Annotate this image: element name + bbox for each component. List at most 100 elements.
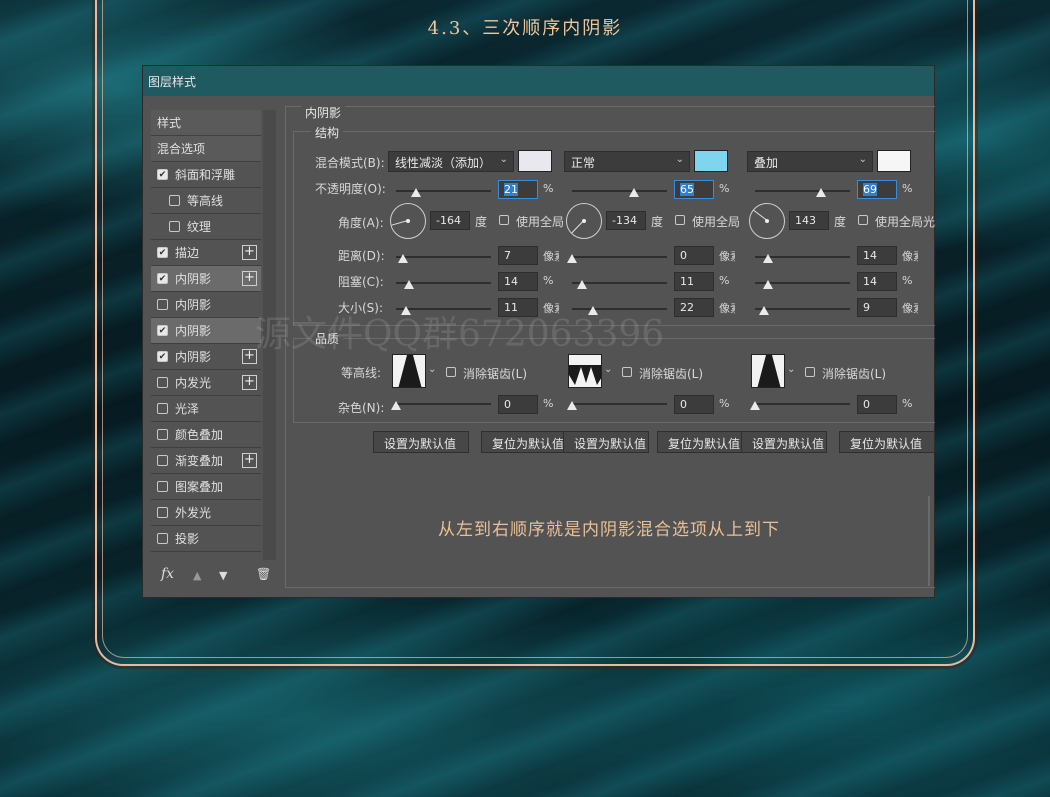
checkbox-icon[interactable] xyxy=(157,299,168,310)
choke-2-slider-thumb[interactable] xyxy=(577,280,588,289)
distance-2-input[interactable]: 0 xyxy=(674,246,714,265)
style-item-2[interactable]: ✔ 斜面和浮雕 xyxy=(151,162,261,188)
global-light-checkbox-1[interactable] xyxy=(499,215,509,225)
opacity-2-input[interactable]: 65 xyxy=(674,180,714,199)
checkbox-icon[interactable] xyxy=(157,377,168,388)
distance-3-slider-thumb[interactable] xyxy=(763,254,774,263)
chevron-down-icon[interactable]: ⌄ xyxy=(604,364,612,375)
style-item-7[interactable]: 内阴影 xyxy=(151,292,261,318)
style-item-15[interactable]: 外发光 xyxy=(151,500,261,526)
opacity-3-input[interactable]: 69 xyxy=(857,180,897,199)
checkbox-icon[interactable] xyxy=(157,403,168,414)
noise-slider-track-1[interactable] xyxy=(396,403,491,405)
checkbox-icon[interactable]: ✔ xyxy=(157,169,168,180)
checkbox-icon[interactable] xyxy=(169,195,180,206)
shadow-color-swatch-3[interactable] xyxy=(877,150,911,172)
reset-default-button-2[interactable]: 复位为默认值 xyxy=(657,431,743,453)
noise-slider-track-2[interactable] xyxy=(572,403,667,405)
noise-slider-thumb-3[interactable] xyxy=(750,401,760,410)
opacity-3-slider-track[interactable] xyxy=(755,190,850,192)
style-item-0[interactable]: 样式 xyxy=(151,110,261,136)
checkbox-icon[interactable]: ✔ xyxy=(157,273,168,284)
set-default-button-2[interactable]: 设置为默认值 xyxy=(563,431,649,453)
checkbox-icon[interactable] xyxy=(157,507,168,518)
distance-2-slider-track[interactable] xyxy=(572,256,667,258)
set-default-button[interactable]: 设置为默认值 xyxy=(373,431,469,453)
antialias-checkbox-2[interactable] xyxy=(622,367,632,377)
add-icon[interactable]: + xyxy=(242,271,257,286)
antialias-checkbox-3[interactable] xyxy=(805,367,815,377)
angle-dial-3[interactable] xyxy=(749,203,785,239)
choke-3-slider-thumb[interactable] xyxy=(763,280,774,289)
choke-1-input[interactable]: 14 xyxy=(498,272,538,291)
angle-input-1[interactable]: -164 xyxy=(430,211,470,230)
style-item-3[interactable]: 等高线 xyxy=(151,188,261,214)
choke-3-input[interactable]: 14 xyxy=(857,272,897,291)
checkbox-icon[interactable]: ✔ xyxy=(157,247,168,258)
trash-icon[interactable]: 🗑 xyxy=(256,567,271,581)
antialias-checkbox-1[interactable] xyxy=(446,367,456,377)
reset-default-button[interactable]: 复位为默认值 xyxy=(481,431,567,453)
reset-default-button-3[interactable]: 复位为默认值 xyxy=(839,431,935,453)
checkbox-icon[interactable] xyxy=(157,533,168,544)
opacity-3-slider-thumb[interactable] xyxy=(815,188,826,197)
opacity-2-slider-track[interactable] xyxy=(572,190,667,192)
style-item-1[interactable]: 混合选项 xyxy=(151,136,261,162)
move-down-icon[interactable]: ▼ xyxy=(219,569,227,582)
style-item-10[interactable]: 内发光 + xyxy=(151,370,261,396)
size-3-slider-thumb[interactable] xyxy=(758,306,769,315)
chevron-down-icon[interactable]: ⌄ xyxy=(428,364,436,375)
distance-2-slider-thumb[interactable] xyxy=(567,254,577,263)
checkbox-icon[interactable] xyxy=(157,481,168,492)
angle-input-2[interactable]: -134 xyxy=(606,211,646,230)
opacity-1-input[interactable]: 21 xyxy=(498,180,538,199)
contour-preview-1[interactable] xyxy=(392,354,426,388)
panel-scrollbar[interactable] xyxy=(928,496,930,586)
style-item-11[interactable]: 光泽 xyxy=(151,396,261,422)
style-item-16[interactable]: 投影 xyxy=(151,526,261,552)
angle-dial-2[interactable] xyxy=(566,203,602,239)
style-item-9[interactable]: ✔ 内阴影 + xyxy=(151,344,261,370)
style-item-6[interactable]: ✔ 内阴影 + xyxy=(151,266,261,292)
opacity-2-slider-thumb[interactable] xyxy=(628,188,639,197)
distance-1-slider-track[interactable] xyxy=(396,256,491,258)
style-item-14[interactable]: 图案叠加 xyxy=(151,474,261,500)
size-3-input[interactable]: 9 xyxy=(857,298,897,317)
checkbox-icon[interactable]: ✔ xyxy=(157,351,168,362)
contour-preview-3[interactable] xyxy=(751,354,785,388)
style-item-12[interactable]: 颜色叠加 xyxy=(151,422,261,448)
shadow-color-swatch-2[interactable] xyxy=(694,150,728,172)
add-icon[interactable]: + xyxy=(242,453,257,468)
noise-input-2[interactable]: 0 xyxy=(674,395,714,414)
angle-input-3[interactable]: 143 xyxy=(789,211,829,230)
shadow-color-swatch-1[interactable] xyxy=(518,150,552,172)
size-2-input[interactable]: 22 xyxy=(674,298,714,317)
blend-mode-dropdown-2[interactable]: 正常 ⌄ xyxy=(564,151,690,172)
distance-1-slider-thumb[interactable] xyxy=(397,254,408,263)
noise-input-3[interactable]: 0 xyxy=(857,395,897,414)
style-item-5[interactable]: ✔ 描边 + xyxy=(151,240,261,266)
contour-preview-2[interactable] xyxy=(568,354,602,388)
angle-dial-1[interactable] xyxy=(390,203,426,239)
checkbox-icon[interactable] xyxy=(157,455,168,466)
move-up-icon[interactable]: ▲ xyxy=(193,569,201,582)
noise-slider-thumb-2[interactable] xyxy=(567,401,577,410)
noise-slider-thumb-1[interactable] xyxy=(391,401,401,410)
choke-1-slider-thumb[interactable] xyxy=(404,280,415,289)
blend-mode-dropdown-1[interactable]: 线性减淡（添加） ⌄ xyxy=(388,151,514,172)
checkbox-icon[interactable] xyxy=(157,429,168,440)
distance-1-input[interactable]: 7 xyxy=(498,246,538,265)
set-default-button-3[interactable]: 设置为默认值 xyxy=(741,431,827,453)
global-light-checkbox-3[interactable] xyxy=(858,215,868,225)
checkbox-icon[interactable] xyxy=(169,221,180,232)
add-icon[interactable]: + xyxy=(242,245,257,260)
style-item-8[interactable]: ✔ 内阴影 xyxy=(151,318,261,344)
noise-slider-track-3[interactable] xyxy=(755,403,850,405)
size-3-slider-track[interactable] xyxy=(755,308,850,310)
checkbox-icon[interactable]: ✔ xyxy=(157,325,168,336)
opacity-1-slider-thumb[interactable] xyxy=(410,188,421,197)
global-light-checkbox-2[interactable] xyxy=(675,215,685,225)
style-item-13[interactable]: 渐变叠加 + xyxy=(151,448,261,474)
choke-2-input[interactable]: 11 xyxy=(674,272,714,291)
style-item-4[interactable]: 纹理 xyxy=(151,214,261,240)
